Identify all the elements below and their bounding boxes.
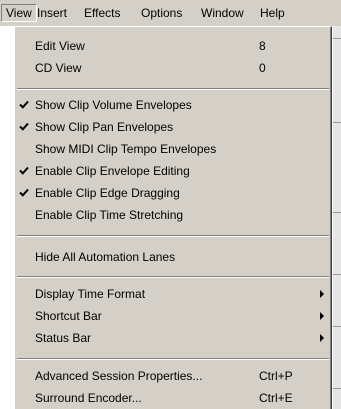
background-gridline <box>333 38 341 39</box>
menu-help[interactable]: Help <box>256 4 289 22</box>
menu-item-enable-clip-time-stretching[interactable]: Enable Clip Time Stretching <box>15 204 331 226</box>
view-menu-dropdown: Edit View 8 CD View 0 Show Clip Volume E… <box>14 26 332 409</box>
menu-item-label: Status Bar <box>35 331 92 345</box>
menu-item-enable-clip-envelope-editing[interactable]: Enable Clip Envelope Editing <box>15 160 331 182</box>
menu-item-show-midi-clip-tempo-envelopes[interactable]: Show MIDI Clip Tempo Envelopes <box>15 138 331 160</box>
menu-item-display-time-format[interactable]: Display Time Format <box>15 283 331 305</box>
menu-item-advanced-session-properties[interactable]: Advanced Session Properties... Ctrl+P <box>15 365 331 387</box>
submenu-arrow-icon <box>320 334 324 342</box>
menu-item-shortcut: Ctrl+E <box>259 391 293 405</box>
menu-item-label: Hide All Automation Lanes <box>35 250 176 264</box>
menu-item-label: Show Clip Pan Envelopes <box>35 120 174 134</box>
menu-item-edit-view[interactable]: Edit View 8 <box>15 35 331 57</box>
menu-item-shortcut: 8 <box>259 39 266 53</box>
menu-effects[interactable]: Effects <box>80 4 124 22</box>
menu-item-show-clip-pan-envelopes[interactable]: Show Clip Pan Envelopes <box>15 116 331 138</box>
menu-window[interactable]: Window <box>197 4 248 22</box>
menu-options[interactable]: Options <box>137 4 186 22</box>
menu-separator <box>17 88 329 90</box>
menu-separator <box>17 235 329 237</box>
checkmark-icon <box>19 122 29 131</box>
menu-separator <box>17 276 329 278</box>
menu-item-enable-clip-edge-dragging[interactable]: Enable Clip Edge Dragging <box>15 182 331 204</box>
menu-item-label: Edit View <box>35 39 85 53</box>
menu-item-label: Show MIDI Clip Tempo Envelopes <box>35 142 217 156</box>
checkmark-icon <box>19 166 29 175</box>
menu-item-shortcut-bar[interactable]: Shortcut Bar <box>15 305 331 327</box>
background-gridline <box>333 388 341 389</box>
background-window-edge <box>333 26 341 409</box>
menu-item-shortcut: 0 <box>259 61 266 75</box>
background-gridline <box>333 326 341 327</box>
menu-separator <box>17 358 329 360</box>
menu-bar: View Insert Effects Options Window Help <box>0 0 341 26</box>
menu-item-hide-all-automation-lanes[interactable]: Hide All Automation Lanes <box>15 246 331 268</box>
menu-item-label: Enable Clip Envelope Editing <box>35 164 190 178</box>
submenu-arrow-icon <box>320 312 324 320</box>
menu-item-show-clip-volume-envelopes[interactable]: Show Clip Volume Envelopes <box>15 94 331 116</box>
menu-item-label: Display Time Format <box>35 287 146 301</box>
background-gridline <box>333 212 341 213</box>
menu-item-label: CD View <box>35 61 82 75</box>
checkmark-icon <box>19 188 29 197</box>
menu-insert[interactable]: Insert <box>33 4 71 22</box>
menu-item-cd-view[interactable]: CD View 0 <box>15 57 331 79</box>
background-gridline <box>333 274 341 275</box>
menu-item-label: Enable Clip Time Stretching <box>35 208 184 222</box>
menu-view[interactable]: View <box>1 4 37 22</box>
checkmark-icon <box>19 100 29 109</box>
menu-item-label: Advanced Session Properties... <box>35 369 203 383</box>
menu-item-label: Surround Encoder... <box>35 391 142 405</box>
menu-item-label: Enable Clip Edge Dragging <box>35 186 180 200</box>
submenu-arrow-icon <box>320 290 324 298</box>
menu-item-shortcut: Ctrl+P <box>259 369 293 383</box>
menu-item-status-bar[interactable]: Status Bar <box>15 327 331 349</box>
background-gridline <box>333 122 341 123</box>
menu-item-label: Show Clip Volume Envelopes <box>35 98 192 112</box>
menu-item-label: Shortcut Bar <box>35 309 102 323</box>
menu-item-surround-encoder[interactable]: Surround Encoder... Ctrl+E <box>15 387 331 409</box>
